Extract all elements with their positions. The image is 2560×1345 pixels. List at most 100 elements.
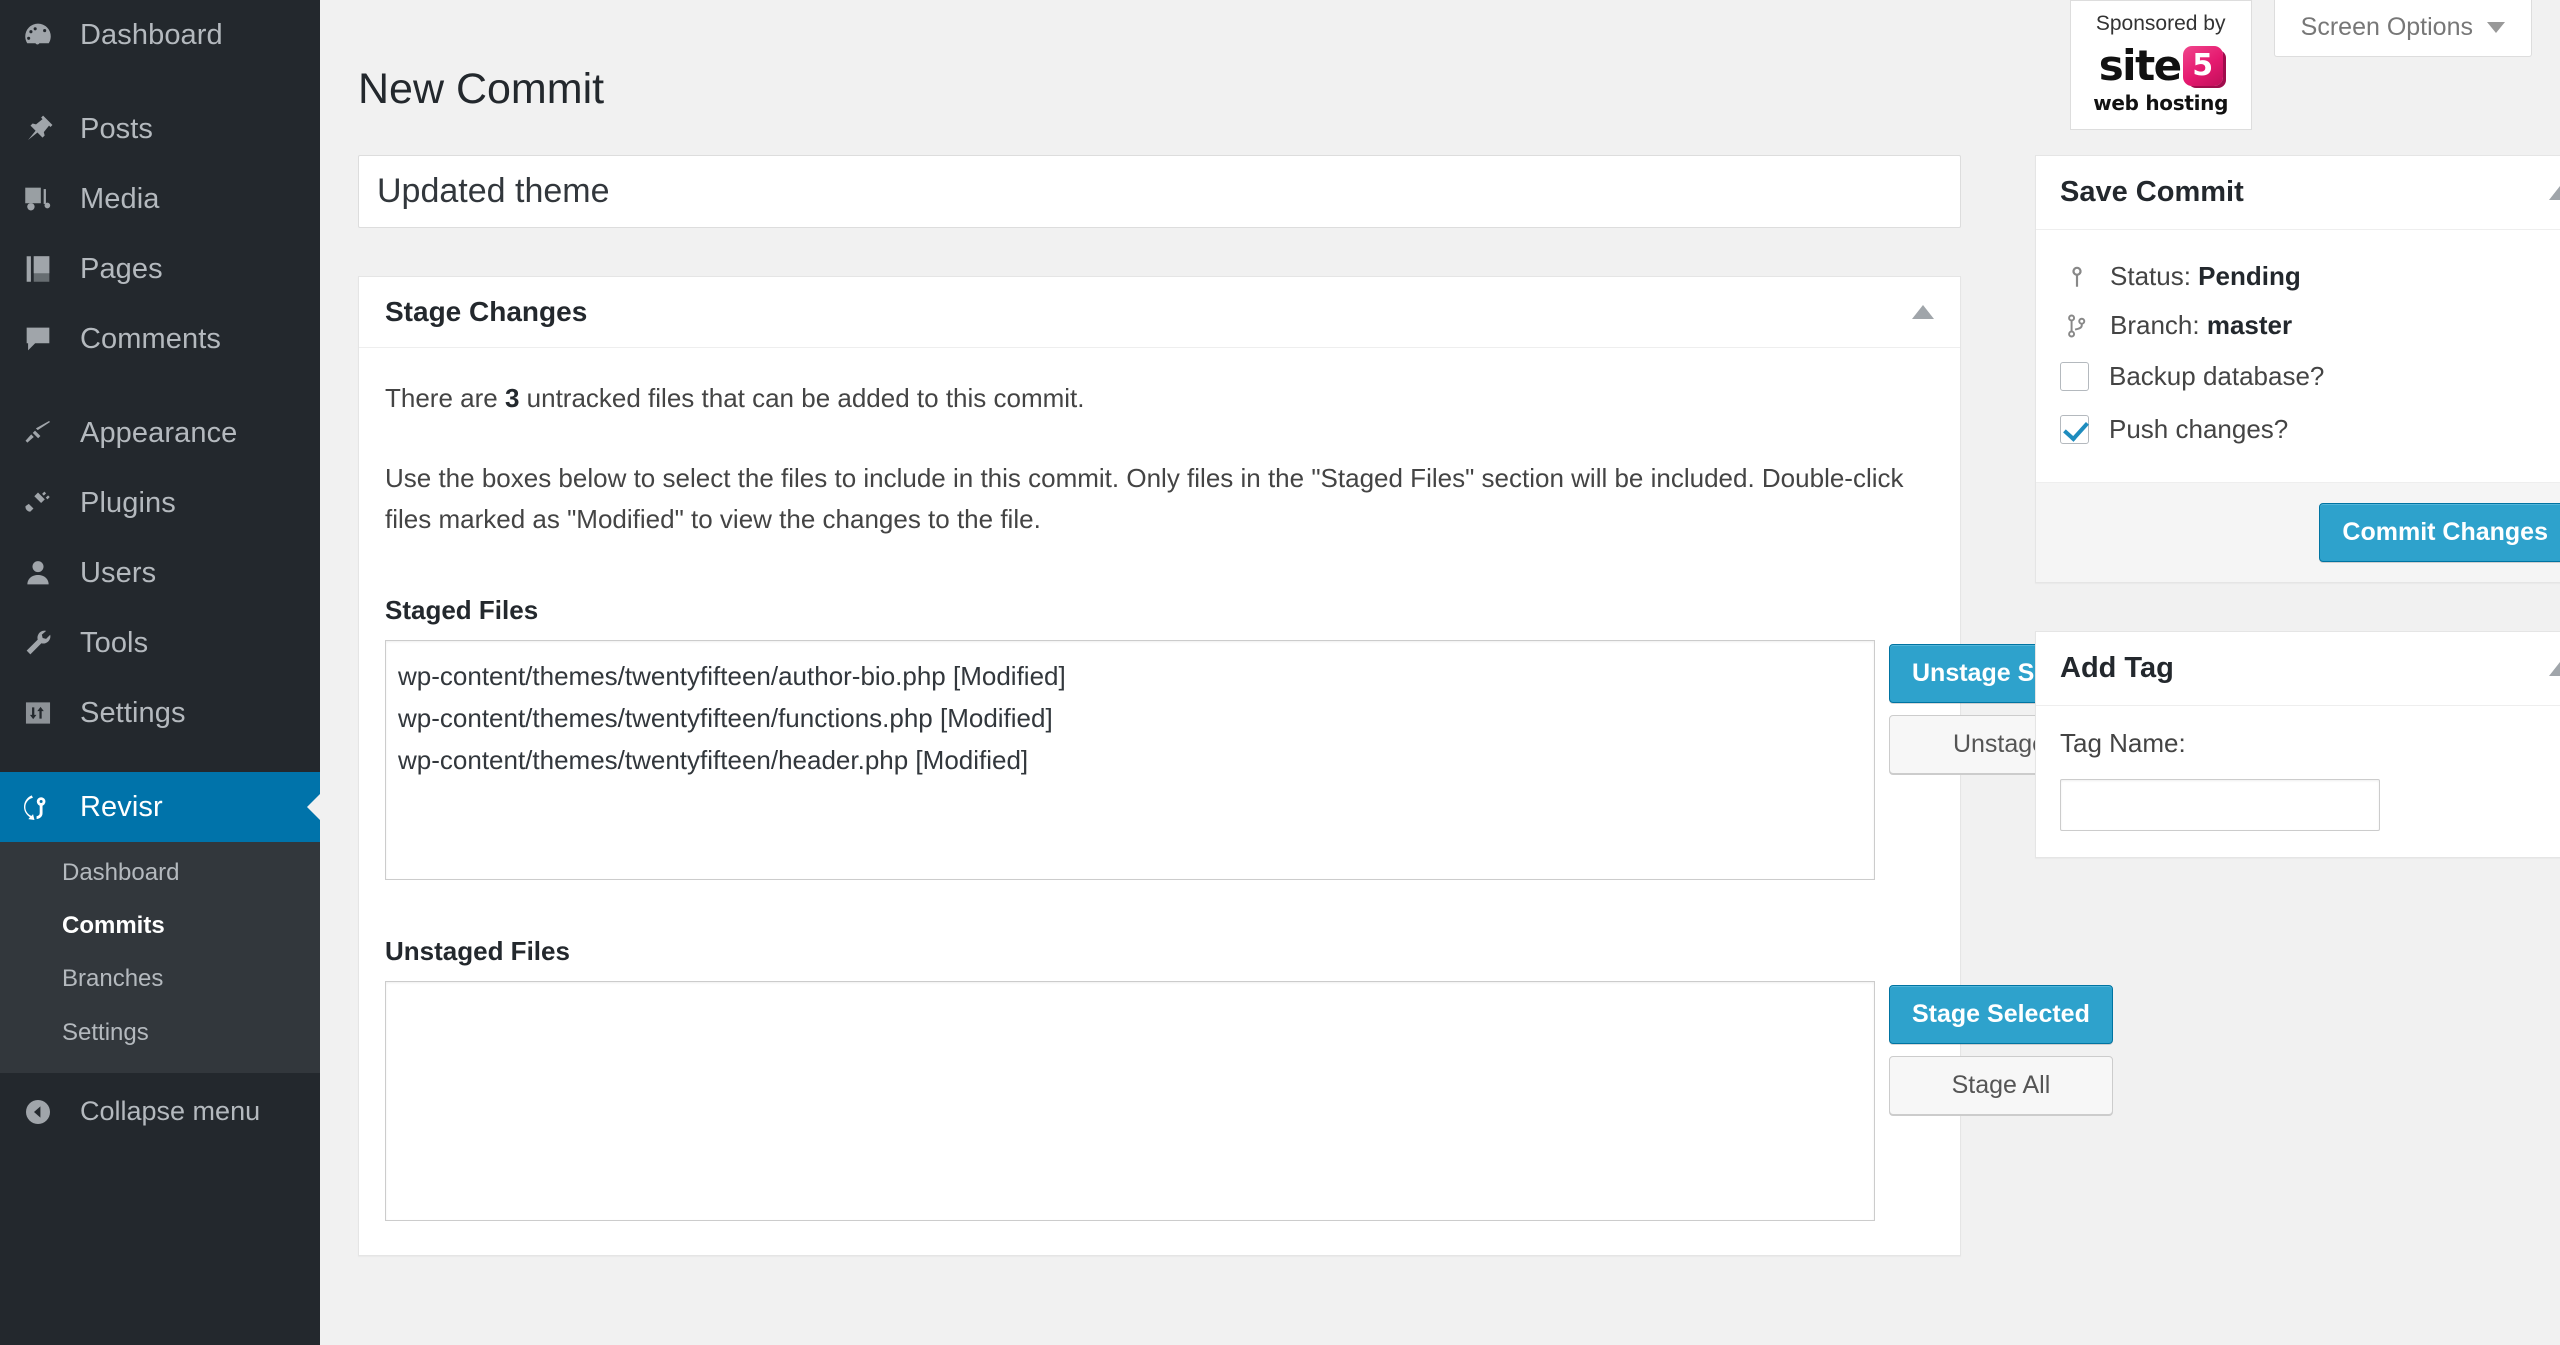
status-badge: Pending xyxy=(2198,261,2301,291)
side-column: Save Commit Status: Pending Branch: mast… xyxy=(2035,155,2560,906)
sidebar-item-appearance[interactable]: Appearance xyxy=(0,398,320,468)
sidebar-item-label: Posts xyxy=(80,112,154,145)
instructions-text: Use the boxes below to select the files … xyxy=(385,463,1904,534)
list-item[interactable]: wp-content/themes/twentyfifteen/function… xyxy=(398,697,1862,739)
sidebar-item-label: Pages xyxy=(80,252,163,285)
revisr-submenu: Dashboard Commits Branches Settings xyxy=(0,842,320,1073)
add-tag-header[interactable]: Add Tag xyxy=(2036,632,2560,706)
save-commit-body: Status: Pending Branch: master Backup da… xyxy=(2036,230,2560,482)
add-tag-title: Add Tag xyxy=(2060,652,2174,684)
unstaged-files-label: Unstaged Files xyxy=(385,935,570,966)
menu-separator xyxy=(0,70,320,94)
save-commit-panel: Save Commit Status: Pending Branch: mast… xyxy=(2035,155,2560,583)
push-changes-row[interactable]: Push changes? xyxy=(2060,403,2560,456)
branch-label: Branch: xyxy=(2110,310,2200,340)
sidebar-item-label: Users xyxy=(80,556,157,589)
sponsor-suffix: web hosting xyxy=(2093,91,2229,116)
backup-database-row[interactable]: Backup database? xyxy=(2060,350,2560,403)
sidebar-item-dashboard[interactable]: Dashboard xyxy=(0,0,320,70)
unstaged-files-listbox[interactable] xyxy=(385,980,1875,1221)
screen-meta: Sponsored by site 5 web hosting Screen O… xyxy=(2069,0,2532,131)
pages-icon xyxy=(18,249,58,289)
chevron-left-circle-icon xyxy=(18,1092,58,1132)
sidebar-item-label: Comments xyxy=(80,322,221,355)
sidebar-item-label: Settings xyxy=(80,696,186,729)
unstaged-actions: Stage Selected Stage All xyxy=(1889,981,2113,1115)
submenu-item-commits[interactable]: Commits xyxy=(0,899,320,952)
sidebar-item-label: Plugins xyxy=(80,486,176,519)
sidebar-item-revisr[interactable]: Revisr xyxy=(0,772,321,842)
status-row: Status: Pending xyxy=(2060,252,2560,301)
media-icon xyxy=(18,179,58,219)
sidebar-item-comments[interactable]: Comments xyxy=(0,304,320,374)
sidebar-item-tools[interactable]: Tools xyxy=(0,608,320,678)
intro-suffix: untracked files that can be added to thi… xyxy=(519,383,1085,413)
brush-icon xyxy=(18,413,58,453)
site5-logo: site 5 xyxy=(2087,41,2235,90)
collapse-toggle-icon[interactable] xyxy=(1912,305,1934,319)
sidebar-item-label: Revisr xyxy=(80,790,163,823)
screen-options-button[interactable]: Screen Options xyxy=(2273,0,2532,57)
push-changes-checkbox[interactable] xyxy=(2060,415,2089,444)
collapse-toggle-icon[interactable] xyxy=(2549,185,2560,200)
site5-badge-number: 5 xyxy=(2192,47,2214,83)
intro-prefix: There are xyxy=(385,383,505,413)
sidebar-item-plugins[interactable]: Plugins xyxy=(0,468,320,538)
list-item[interactable]: wp-content/themes/twentyfifteen/author-b… xyxy=(398,655,1862,697)
main-column: Stage Changes There are 3 untracked file… xyxy=(358,155,2144,1256)
stage-selected-button[interactable]: Stage Selected xyxy=(1889,984,2113,1044)
submenu-item-branches[interactable]: Branches xyxy=(0,952,320,1005)
collapse-toggle-icon[interactable] xyxy=(2549,661,2560,676)
content-wrap: Sponsored by site 5 web hosting Screen O… xyxy=(320,0,2560,1345)
submenu-item-settings[interactable]: Settings xyxy=(0,1006,320,1059)
branch-row: Branch: master xyxy=(2060,301,2560,350)
sidebar-item-label: Dashboard xyxy=(80,18,223,51)
sponsor-badge[interactable]: Sponsored by site 5 web hosting xyxy=(2069,0,2252,131)
save-commit-footer: Commit Changes xyxy=(2036,482,2560,582)
chevron-down-icon xyxy=(2487,22,2505,33)
admin-sidebar: Dashboard Posts Media Pages Comments App… xyxy=(0,0,321,1345)
submenu-item-dashboard[interactable]: Dashboard xyxy=(0,846,320,899)
settings-icon xyxy=(18,693,58,733)
push-changes-label: Push changes? xyxy=(2109,414,2289,444)
stage-changes-body: There are 3 untracked files that can be … xyxy=(359,348,2144,1255)
untracked-count: 3 xyxy=(504,383,520,413)
sidebar-item-posts[interactable]: Posts xyxy=(0,94,320,164)
sidebar-item-pages[interactable]: Pages xyxy=(0,234,320,304)
pin-icon xyxy=(18,109,58,149)
tag-name-input[interactable] xyxy=(2060,779,2380,831)
site5-number-badge: 5 xyxy=(2182,45,2223,86)
wrench-icon xyxy=(18,623,58,663)
stage-changes-title: Stage Changes xyxy=(385,296,588,327)
dashboard-icon xyxy=(18,15,58,55)
screen-options-label: Screen Options xyxy=(2300,13,2473,41)
collapse-menu-label: Collapse menu xyxy=(80,1096,261,1127)
save-commit-title: Save Commit xyxy=(2060,176,2244,208)
wordpress-admin-screen: Dashboard Posts Media Pages Comments App… xyxy=(0,0,2560,1345)
add-tag-body: Tag Name: xyxy=(2036,706,2560,857)
add-tag-panel: Add Tag Tag Name: xyxy=(2035,631,2560,858)
sponsor-prefix: Sponsored by xyxy=(2095,12,2226,35)
user-icon xyxy=(18,553,58,593)
stage-all-button[interactable]: Stage All xyxy=(1889,1055,2113,1115)
stage-changes-header[interactable]: Stage Changes xyxy=(359,277,1960,348)
collapse-menu-button[interactable]: Collapse menu xyxy=(0,1073,320,1151)
commit-changes-button[interactable]: Commit Changes xyxy=(2319,503,2560,562)
sidebar-item-label: Tools xyxy=(80,626,149,659)
commit-message-input[interactable] xyxy=(358,155,1961,228)
sidebar-item-settings[interactable]: Settings xyxy=(0,678,320,748)
sidebar-item-users[interactable]: Users xyxy=(0,538,320,608)
save-commit-header[interactable]: Save Commit xyxy=(2036,156,2560,230)
branch-value: master xyxy=(2206,310,2293,340)
stage-changes-panel: Stage Changes There are 3 untracked file… xyxy=(358,276,2144,1256)
list-item[interactable]: wp-content/themes/twentyfifteen/header.p… xyxy=(398,739,1862,781)
staged-files-label: Staged Files xyxy=(385,594,539,625)
site5-wordmark: site xyxy=(2098,41,2182,91)
comments-icon xyxy=(18,319,58,359)
branch-fork-icon xyxy=(2060,311,2094,341)
sidebar-item-media[interactable]: Media xyxy=(0,164,320,234)
staged-files-listbox[interactable]: wp-content/themes/twentyfifteen/author-b… xyxy=(385,639,1875,880)
pin-marker-icon xyxy=(2060,262,2094,292)
backup-database-checkbox[interactable] xyxy=(2060,362,2089,391)
status-label: Status: xyxy=(2110,261,2191,291)
